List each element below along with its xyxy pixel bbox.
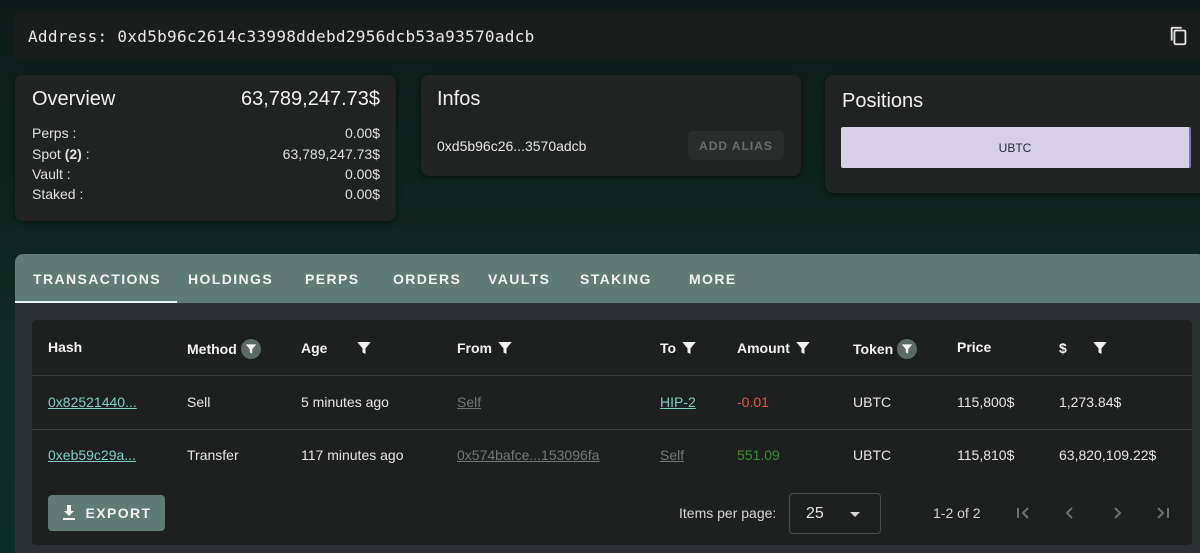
- overview-row-staked: Staked : 0.00$: [32, 186, 380, 202]
- dropdown-arrow-icon: [850, 512, 860, 517]
- age-filter-icon[interactable]: [355, 339, 373, 357]
- tx-token: UBTC: [853, 394, 892, 410]
- add-alias-button[interactable]: ADD ALIAS: [688, 131, 784, 160]
- tx-price: 115,800$: [957, 394, 1015, 410]
- copy-icon[interactable]: [1168, 24, 1190, 48]
- col-from: From: [457, 339, 514, 357]
- col-usd: $: [1059, 339, 1109, 357]
- tab-bar: TRANSACTIONS HOLDINGS PERPS ORDERS VAULT…: [14, 254, 1200, 303]
- tx-usd: 1,273.84$: [1059, 394, 1122, 410]
- col-age: Age: [301, 339, 373, 357]
- tx-hash-link[interactable]: 0x82521440...: [48, 394, 137, 410]
- first-page-icon[interactable]: [1013, 503, 1033, 523]
- items-per-page-value: 25: [806, 504, 824, 522]
- overview-row-spot: Spot (2) : 63,789,247.73$: [32, 146, 380, 162]
- col-to: To: [660, 339, 698, 357]
- col-amount: Amount: [737, 339, 812, 357]
- tx-amount: -0.01: [737, 394, 769, 410]
- export-label: EXPORT: [85, 505, 152, 521]
- overview-card: Overview 63,789,247.73$ Perps : 0.00$ Sp…: [15, 75, 396, 221]
- col-hash: Hash: [48, 339, 83, 355]
- overview-total: 63,789,247.73$: [240, 88, 380, 110]
- tab-staking[interactable]: STAKING: [580, 254, 652, 303]
- tab-holdings[interactable]: HOLDINGS: [188, 254, 273, 303]
- download-icon: [62, 505, 75, 520]
- tx-usd: 63,820,109.22$: [1059, 447, 1157, 463]
- position-bar-ubtc[interactable]: UBTC: [841, 127, 1191, 168]
- overview-title: Overview: [32, 88, 116, 110]
- tx-hash-link[interactable]: 0xeb59c29a...: [48, 447, 136, 463]
- page-range: 1-2 of 2: [933, 505, 981, 521]
- infos-title: Infos: [437, 88, 481, 110]
- overview-value: 0.00$: [344, 186, 380, 202]
- tx-price: 115,810$: [957, 447, 1015, 463]
- usd-filter-icon[interactable]: [1091, 339, 1109, 357]
- amount-filter-icon[interactable]: [794, 339, 812, 357]
- tab-vaults[interactable]: VAULTS: [488, 254, 550, 303]
- tab-transactions[interactable]: TRANSACTIONS: [14, 254, 178, 303]
- positions-title: Positions: [842, 90, 924, 112]
- next-page-icon[interactable]: [1107, 503, 1127, 523]
- infos-card: Infos 0xd5b96c26...3570adcb: [421, 75, 801, 176]
- tab-orders[interactable]: ORDERS: [393, 254, 461, 303]
- tx-amount: 551.09: [737, 447, 780, 463]
- tx-method: Transfer: [187, 447, 239, 463]
- tx-token: UBTC: [853, 447, 892, 463]
- last-page-icon[interactable]: [1153, 503, 1173, 523]
- col-token: Token: [853, 339, 918, 359]
- overview-row-vault: Vault : 0.00$: [32, 166, 380, 182]
- overview-label: Perps :: [32, 125, 77, 141]
- items-per-page-label: Items per page:: [679, 505, 777, 521]
- address-text: Address: 0xd5b96c2614c33998ddebd2956dcb5…: [28, 26, 535, 46]
- tx-to-link[interactable]: HIP-2: [660, 394, 696, 410]
- tx-age: 117 minutes ago: [301, 447, 404, 463]
- method-filter-icon[interactable]: [240, 339, 261, 359]
- tx-age: 5 minutes ago: [301, 394, 389, 410]
- header-divider: [32, 375, 1192, 376]
- col-price: Price: [957, 339, 992, 355]
- token-filter-icon[interactable]: [897, 339, 918, 359]
- row-divider: [32, 429, 1192, 430]
- tx-from-link[interactable]: 0x574bafce...153096fa: [457, 447, 599, 463]
- address-bar: Address: 0xd5b96c2614c33998ddebd2956dcb5…: [14, 13, 1200, 59]
- to-filter-icon[interactable]: [680, 339, 698, 357]
- export-button[interactable]: EXPORT: [48, 495, 165, 531]
- overview-value: 63,789,247.73$: [282, 146, 380, 162]
- short-address: 0xd5b96c26...3570adcb: [437, 138, 587, 154]
- tx-from-link[interactable]: Self: [457, 394, 481, 410]
- overview-label: Spot (2) :: [32, 146, 90, 162]
- from-filter-icon[interactable]: [496, 339, 514, 357]
- overview-label: Staked :: [32, 186, 84, 202]
- col-method: Method: [187, 339, 261, 359]
- tab-perps[interactable]: PERPS: [305, 254, 359, 303]
- tx-method: Sell: [187, 394, 211, 410]
- overview-value: 0.00$: [344, 125, 380, 141]
- overview-value: 0.00$: [344, 166, 380, 182]
- items-per-page-select[interactable]: 25: [789, 493, 881, 534]
- tx-to-link[interactable]: Self: [660, 447, 684, 463]
- tab-more[interactable]: MORE: [689, 254, 737, 303]
- overview-row-perps: Perps : 0.00$: [32, 125, 380, 141]
- overview-label: Vault :: [32, 166, 71, 182]
- prev-page-icon[interactable]: [1060, 503, 1080, 523]
